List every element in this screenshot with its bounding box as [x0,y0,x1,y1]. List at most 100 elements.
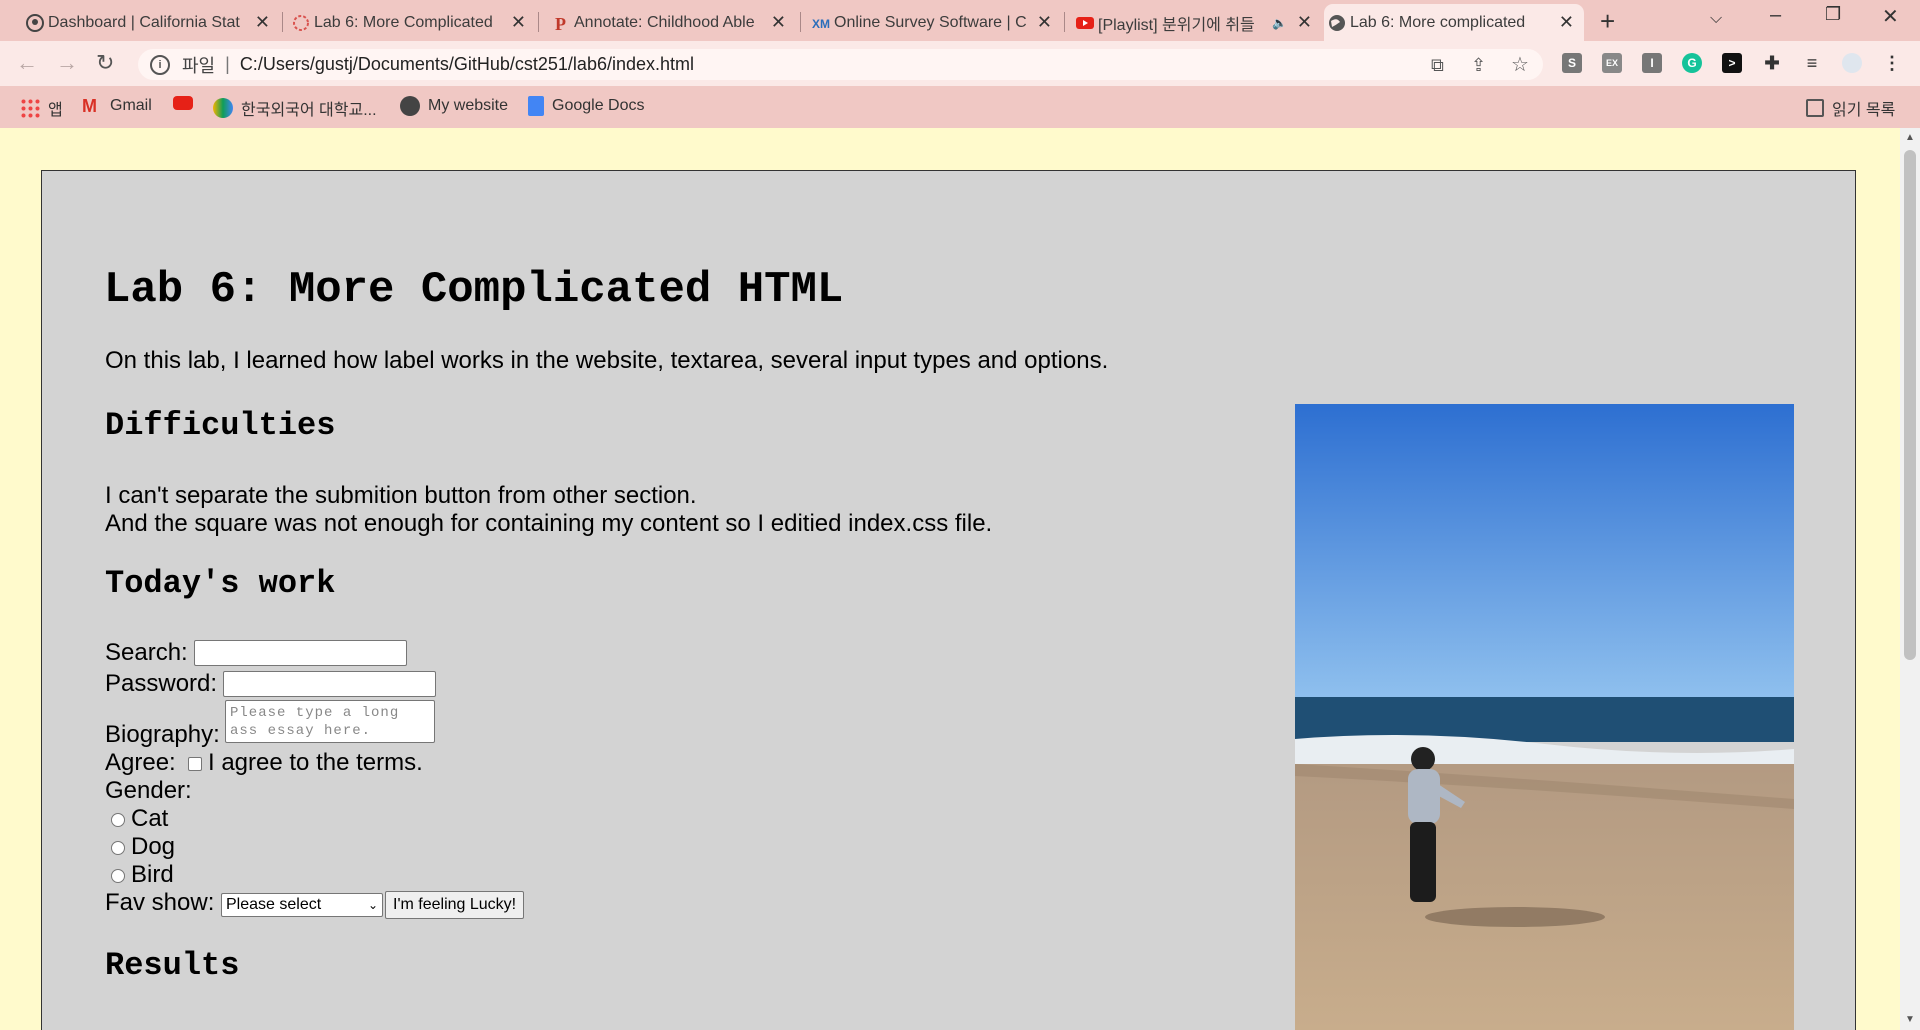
back-icon[interactable]: ← [16,50,38,76]
info-icon[interactable]: i [150,54,170,75]
terminal-extension-icon[interactable]: > [1722,53,1742,73]
bookmark-gmail[interactable]: M Gmail [82,96,152,116]
tab-title: Lab 6: More Complicated [314,13,493,31]
tab-lab6-active[interactable]: Lab 6: More complicated ✕ [1324,4,1584,41]
close-icon[interactable]: ✕ [1037,12,1052,33]
favshow-label: Fav show: [105,889,215,916]
tab-title: [Playlist] 분위기에 취들 [1098,16,1255,34]
reading-list-icon [1806,99,1824,117]
tab-lab6-canvas[interactable]: Lab 6: More Complicated ✕ [288,4,536,41]
speaker-icon[interactable]: 🔈 [1272,16,1287,30]
work-heading: Today's work [105,565,336,602]
youtube-icon [1076,17,1094,29]
gender-option-label: Cat [131,805,169,832]
translate-icon[interactable]: ⧉ [1431,55,1444,76]
gmail-icon: M [82,96,97,116]
scroll-up-icon[interactable]: ▲ [1905,132,1915,143]
canvas-icon [293,15,309,31]
globe-icon [400,96,420,116]
search-input[interactable] [194,640,407,666]
tab-search-icon[interactable]: ⌵ [1710,10,1722,28]
media-control-icon[interactable]: ≡ [1802,53,1822,73]
difficulties-line-1: I can't separate the submition button fr… [105,482,697,509]
bookmark-label: 한국외국어 대학교... [241,102,377,119]
bookmark-label: Google Docs [552,97,645,114]
globe-icon [1329,15,1345,31]
tab-bar: Dashboard | California Stat ✕ Lab 6: Mor… [0,0,1920,41]
bookmark-hufs[interactable]: 한국외국어 대학교... [213,96,377,120]
github-icon [26,14,44,32]
apps-grid-icon [20,98,40,118]
avatar[interactable] [1842,53,1862,73]
agree-label: Agree: [105,749,176,776]
bookmark-youtube[interactable] [173,96,201,110]
scroll-down-icon[interactable]: ▼ [1905,1014,1915,1025]
extension-ex-icon[interactable]: EX [1602,53,1622,73]
bookmark-star-icon[interactable]: ☆ [1511,52,1529,77]
password-label: Password: [105,670,218,697]
close-icon[interactable]: ✕ [1297,12,1312,33]
favshow-select[interactable]: Please select ⌄ [221,893,383,917]
page-title: Lab 6: More Complicated HTML [104,265,844,315]
page-viewport: Lab 6: More Complicated HTML On this lab… [0,128,1900,1030]
bookmark-apps[interactable]: 앱 [20,96,63,120]
address-scheme: 파일 [182,55,216,76]
gender-radio-bird[interactable] [111,869,125,883]
bookmark-label: Gmail [110,97,152,114]
minimize-icon[interactable]: – [1770,4,1781,27]
close-icon[interactable]: ✕ [255,12,270,33]
bookmark-google-docs[interactable]: Google Docs [528,96,645,116]
gender-option-label: Dog [131,833,176,860]
tab-title: Annotate: Childhood Able [574,13,755,31]
gender-label: Gender: [105,777,192,804]
gender-radio-cat[interactable] [111,813,125,827]
address-url[interactable]: C:/Users/gustj/Documents/GitHub/cst251/l… [240,54,694,75]
toolbar: ← → ↻ i 파일 | C:/Users/gustj/Documents/Gi… [0,41,1920,86]
search-label: Search: [105,639,188,666]
perusall-icon: P [555,14,566,32]
grammarly-icon[interactable]: G [1682,53,1702,73]
svg-text:P: P [555,14,566,32]
tab-playlist[interactable]: [Playlist] 분위기에 취들 🔈 ✕ [1072,4,1322,41]
bookmark-label: 앱 [48,102,63,119]
forward-icon[interactable]: → [56,50,78,76]
agree-text: I agree to the terms. [208,749,423,776]
tab-title: Dashboard | California Stat [48,13,240,31]
close-window-icon[interactable]: ✕ [1882,4,1899,29]
reload-icon[interactable]: ↻ [96,50,114,76]
address-bar[interactable]: i 파일 | C:/Users/gustj/Documents/GitHub/c… [138,49,1543,80]
bookmark-my-website[interactable]: My website [400,96,508,116]
favshow-selected: Please select [226,896,322,913]
close-icon[interactable]: ✕ [771,12,786,33]
difficulties-line-2: And the square was not enough for contai… [105,510,993,537]
close-icon[interactable]: ✕ [1559,12,1574,33]
reading-list[interactable]: 읽기 목록 [1806,96,1895,120]
hufs-logo-icon [213,98,233,118]
gender-radio-dog[interactable] [111,841,125,855]
tab-survey[interactable]: XM Online Survey Software | C ✕ [808,4,1062,41]
tab-title: Online Survey Software | C [834,13,1027,31]
page-scrollbar[interactable]: ▲ ▼ [1900,128,1920,1030]
menu-icon[interactable]: ⋮ [1882,53,1902,73]
tab-annotate[interactable]: P Annotate: Childhood Able ✕ [548,4,796,41]
submit-button[interactable]: I'm feeling Lucky! [385,891,525,919]
reading-list-label: 읽기 목록 [1832,102,1896,119]
chevron-down-icon: ⌄ [367,898,378,912]
agree-checkbox[interactable] [188,757,202,771]
close-icon[interactable]: ✕ [511,12,526,33]
difficulties-heading: Difficulties [105,407,336,444]
biography-label: Biography: [105,721,220,748]
scrollbar-thumb[interactable] [1904,150,1916,660]
bookmark-label: My website [428,97,509,114]
tab-dashboard[interactable]: Dashboard | California Stat ✕ [22,4,280,41]
password-input[interactable] [223,671,436,697]
share-icon[interactable]: ⇪ [1471,55,1486,76]
bookmarks-bar: 앱 M Gmail 한국외국어 대학교... My website Google… [0,86,1920,128]
youtube-icon [173,96,193,110]
new-tab-button[interactable]: + [1600,6,1615,37]
extension-i-icon[interactable]: I [1642,53,1662,73]
biography-textarea[interactable]: Please type a long ass essay here. [225,700,435,743]
extension-s-icon[interactable]: S [1562,53,1582,73]
puzzle-icon[interactable]: ✚ [1762,53,1782,73]
restore-icon[interactable]: ❐ [1825,4,1841,25]
